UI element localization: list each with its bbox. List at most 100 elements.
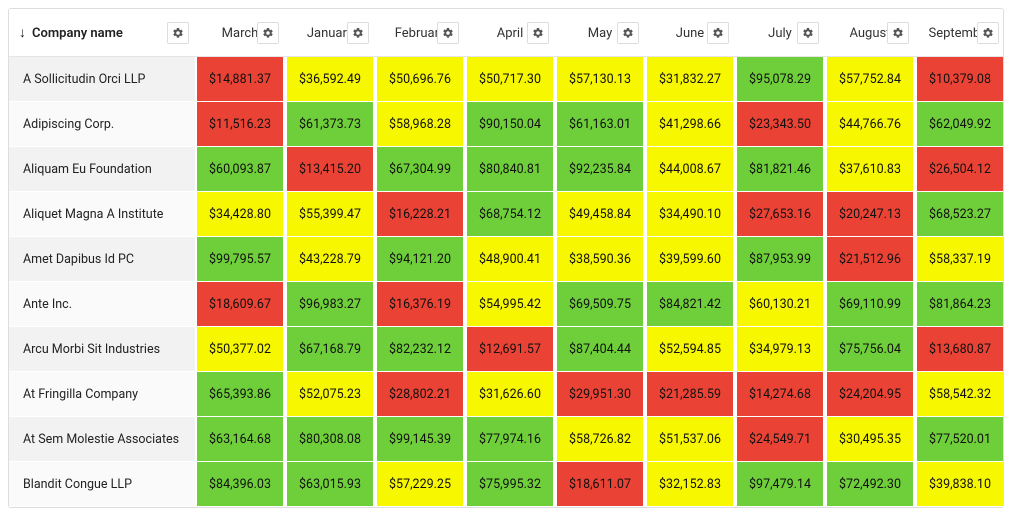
month-header-label: April bbox=[497, 26, 524, 41]
value-cell: $36,592.49 bbox=[285, 57, 375, 101]
value-cell: $80,308.08 bbox=[285, 417, 375, 461]
company-name-header[interactable]: ↓ Company name bbox=[9, 9, 195, 57]
value-cell: $57,130.13 bbox=[555, 57, 645, 101]
company-name-cell[interactable]: At Sem Molestie Associates bbox=[9, 417, 195, 461]
value-cell: $68,754.12 bbox=[465, 192, 555, 236]
company-name-cell[interactable]: Aliquet Magna A Institute bbox=[9, 192, 195, 236]
value-cell: $67,304.99 bbox=[375, 147, 465, 191]
value-cell: $20,247.13 bbox=[825, 192, 915, 236]
value-cell: $77,974.16 bbox=[465, 417, 555, 461]
table-row: Adipiscing Corp.$11,516.23$61,373.73$58,… bbox=[9, 102, 1003, 147]
value-cell: $58,726.82 bbox=[555, 417, 645, 461]
month-header-august[interactable]: August bbox=[825, 9, 915, 57]
table-row: At Fringilla Company$65,393.86$52,075.23… bbox=[9, 372, 1003, 417]
company-name-cell[interactable]: At Fringilla Company bbox=[9, 372, 195, 416]
table-row: Ante Inc.$18,609.67$96,983.27$16,376.19$… bbox=[9, 282, 1003, 327]
value-cell: $99,795.57 bbox=[195, 237, 285, 281]
month-header-march[interactable]: March bbox=[195, 9, 285, 57]
table-row: Amet Dapibus Id PC$99,795.57$43,228.79$9… bbox=[9, 237, 1003, 282]
value-cell: $65,393.86 bbox=[195, 372, 285, 416]
value-cell: $99,145.39 bbox=[375, 417, 465, 461]
gear-icon bbox=[892, 27, 904, 39]
value-cell: $62,049.92 bbox=[915, 102, 1004, 146]
company-name-cell[interactable]: A Sollicitudin Orci LLP bbox=[9, 57, 195, 101]
month-header-april[interactable]: April bbox=[465, 9, 555, 57]
column-settings-button[interactable] bbox=[977, 22, 999, 44]
month-header-label: March bbox=[222, 26, 259, 41]
value-cell: $84,396.03 bbox=[195, 462, 285, 506]
value-cell: $39,838.10 bbox=[915, 462, 1004, 506]
value-cell: $60,093.87 bbox=[195, 147, 285, 191]
value-cell: $39,599.60 bbox=[645, 237, 735, 281]
value-cell: $48,900.41 bbox=[465, 237, 555, 281]
value-cell: $52,594.85 bbox=[645, 327, 735, 371]
value-cell: $43,228.79 bbox=[285, 237, 375, 281]
value-cell: $29,951.30 bbox=[555, 372, 645, 416]
value-cell: $26,504.12 bbox=[915, 147, 1004, 191]
value-cell: $23,343.50 bbox=[735, 102, 825, 146]
table-row: Aliquam Eu Foundation$60,093.87$13,415.2… bbox=[9, 147, 1003, 192]
month-header-january[interactable]: January bbox=[285, 9, 375, 57]
gear-icon bbox=[982, 27, 994, 39]
value-cell: $75,995.32 bbox=[465, 462, 555, 506]
value-cell: $80,840.81 bbox=[465, 147, 555, 191]
value-cell: $11,516.23 bbox=[195, 102, 285, 146]
value-cell: $34,490.10 bbox=[645, 192, 735, 236]
table-row: At Sem Molestie Associates$63,164.68$80,… bbox=[9, 417, 1003, 462]
value-cell: $49,458.84 bbox=[555, 192, 645, 236]
column-settings-button[interactable] bbox=[797, 22, 819, 44]
value-cell: $57,229.25 bbox=[375, 462, 465, 506]
value-cell: $58,542.32 bbox=[915, 372, 1004, 416]
value-cell: $54,995.42 bbox=[465, 282, 555, 326]
value-cell: $16,228.21 bbox=[375, 192, 465, 236]
value-cell: $58,968.28 bbox=[375, 102, 465, 146]
column-settings-button[interactable] bbox=[437, 22, 459, 44]
month-header-june[interactable]: June bbox=[645, 9, 735, 57]
company-name-cell[interactable]: Ante Inc. bbox=[9, 282, 195, 326]
value-cell: $87,404.44 bbox=[555, 327, 645, 371]
month-header-label: August bbox=[849, 26, 890, 41]
table-row: A Sollicitudin Orci LLP$14,881.37$36,592… bbox=[9, 57, 1003, 102]
column-settings-button[interactable] bbox=[257, 22, 279, 44]
company-name-header-label: Company name bbox=[32, 26, 123, 41]
value-cell: $63,015.93 bbox=[285, 462, 375, 506]
month-header-july[interactable]: July bbox=[735, 9, 825, 57]
company-name-cell[interactable]: Aliquam Eu Foundation bbox=[9, 147, 195, 191]
value-cell: $14,274.68 bbox=[735, 372, 825, 416]
company-name-cell[interactable]: Arcu Morbi Sit Industries bbox=[9, 327, 195, 371]
company-name-cell[interactable]: Amet Dapibus Id PC bbox=[9, 237, 195, 281]
value-cell: $13,415.20 bbox=[285, 147, 375, 191]
month-header-september[interactable]: September bbox=[915, 9, 1004, 57]
table-row: Blandit Congue LLP$84,396.03$63,015.93$5… bbox=[9, 462, 1003, 507]
gear-icon bbox=[802, 27, 814, 39]
value-cell: $57,752.84 bbox=[825, 57, 915, 101]
column-settings-button[interactable] bbox=[527, 22, 549, 44]
value-cell: $13,680.87 bbox=[915, 327, 1004, 371]
value-cell: $50,377.02 bbox=[195, 327, 285, 371]
gear-icon bbox=[352, 27, 364, 39]
value-cell: $28,802.21 bbox=[375, 372, 465, 416]
value-cell: $50,717.30 bbox=[465, 57, 555, 101]
value-cell: $60,130.21 bbox=[735, 282, 825, 326]
value-cell: $97,479.14 bbox=[735, 462, 825, 506]
column-settings-button[interactable] bbox=[707, 22, 729, 44]
value-cell: $90,150.04 bbox=[465, 102, 555, 146]
value-cell: $14,881.37 bbox=[195, 57, 285, 101]
column-settings-button[interactable] bbox=[887, 22, 909, 44]
value-cell: $41,298.66 bbox=[645, 102, 735, 146]
month-header-february[interactable]: February bbox=[375, 9, 465, 57]
value-cell: $21,512.96 bbox=[825, 237, 915, 281]
data-grid: ↓ Company name March JanuaryFebruary April… bbox=[8, 8, 1004, 508]
company-name-cell[interactable]: Blandit Congue LLP bbox=[9, 462, 195, 506]
value-cell: $81,821.46 bbox=[735, 147, 825, 191]
company-name-cell[interactable]: Adipiscing Corp. bbox=[9, 102, 195, 146]
column-settings-button[interactable] bbox=[617, 22, 639, 44]
value-cell: $12,691.57 bbox=[465, 327, 555, 371]
value-cell: $50,696.76 bbox=[375, 57, 465, 101]
month-header-may[interactable]: May bbox=[555, 9, 645, 57]
value-cell: $92,235.84 bbox=[555, 147, 645, 191]
value-cell: $32,152.83 bbox=[645, 462, 735, 506]
column-settings-button[interactable] bbox=[167, 22, 189, 44]
column-settings-button[interactable] bbox=[347, 22, 369, 44]
value-cell: $21,285.59 bbox=[645, 372, 735, 416]
